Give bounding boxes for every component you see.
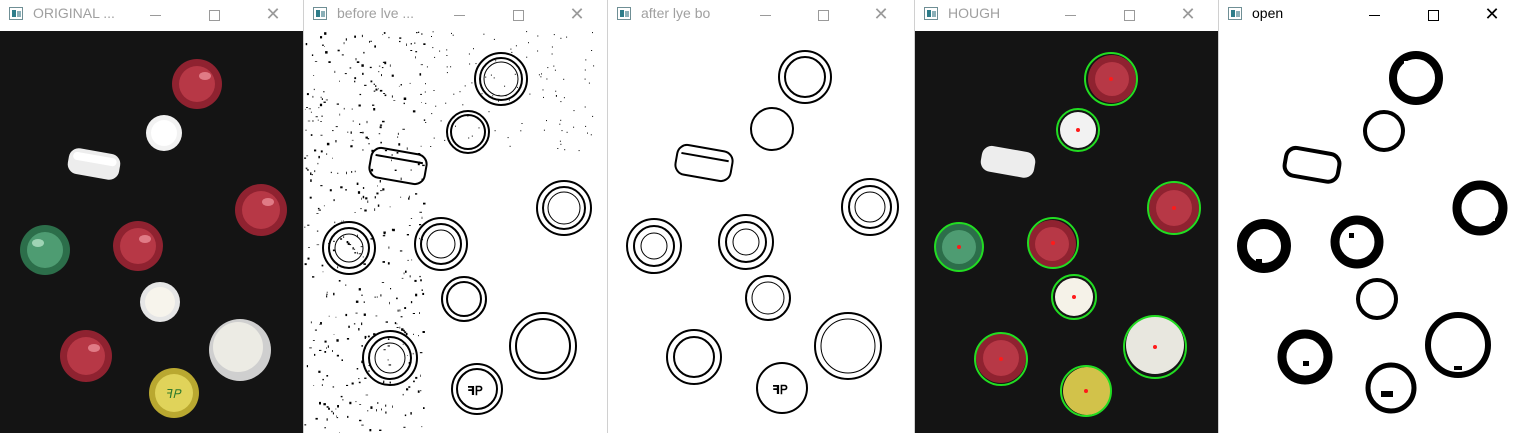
window-title: after lye bo bbox=[641, 5, 711, 21]
red-cap bbox=[113, 221, 163, 271]
close-icon[interactable]: ✕ bbox=[1171, 3, 1205, 27]
window-hough: HOUGH ✕ bbox=[915, 0, 1218, 433]
window-title: open bbox=[1252, 5, 1284, 21]
app-icon bbox=[313, 7, 327, 20]
close-icon[interactable]: ✕ bbox=[1475, 3, 1509, 27]
svg-text:ꟻᏢ: ꟻᏢ bbox=[166, 387, 182, 401]
app-icon bbox=[924, 7, 938, 20]
red-cap bbox=[235, 184, 287, 236]
window-original: ORIGINAL ... ✕ ꟻᏢ bbox=[0, 0, 303, 433]
app-icon bbox=[1228, 7, 1242, 20]
maximize-icon[interactable] bbox=[501, 3, 535, 27]
minimize-icon[interactable] bbox=[138, 3, 172, 27]
title-bar[interactable]: before lve ... ✕ bbox=[304, 0, 607, 31]
maximize-icon[interactable] bbox=[1112, 3, 1146, 27]
title-bar[interactable]: open ✕ bbox=[1219, 0, 1522, 31]
minimize-icon[interactable] bbox=[748, 3, 782, 27]
title-bar[interactable]: after lye bo ✕ bbox=[608, 0, 914, 31]
close-icon[interactable]: ✕ bbox=[864, 3, 898, 27]
maximize-icon[interactable] bbox=[197, 3, 231, 27]
window-open: open ✕ bbox=[1219, 0, 1522, 433]
white-cap bbox=[209, 319, 271, 381]
original-image: ꟻᏢ bbox=[0, 31, 303, 433]
open-image bbox=[1219, 31, 1522, 433]
maximize-icon[interactable] bbox=[806, 3, 840, 27]
window-before: before lve ... ✕ ꟻᏢ bbox=[304, 0, 607, 433]
green-cap bbox=[20, 225, 70, 275]
window-title: before lve ... bbox=[337, 5, 415, 21]
red-cap bbox=[172, 59, 222, 109]
svg-text:ꟻᏢ: ꟻᏢ bbox=[467, 384, 483, 398]
maximize-icon[interactable] bbox=[1416, 3, 1450, 27]
red-cap bbox=[60, 330, 112, 382]
title-bar[interactable]: ORIGINAL ... ✕ bbox=[0, 0, 303, 31]
yellow-cap: ꟻᏢ bbox=[149, 368, 199, 418]
window-title: HOUGH bbox=[948, 5, 1001, 21]
hough-image bbox=[915, 31, 1218, 433]
title-bar[interactable]: HOUGH ✕ bbox=[915, 0, 1218, 31]
svg-text:ꟻᏢ: ꟻᏢ bbox=[772, 383, 788, 397]
white-cap bbox=[140, 282, 180, 322]
app-icon bbox=[617, 7, 631, 20]
after-image: ꟻᏢ bbox=[608, 31, 914, 433]
close-icon[interactable]: ✕ bbox=[256, 3, 290, 27]
minimize-icon[interactable] bbox=[1053, 3, 1087, 27]
window-title: ORIGINAL ... bbox=[33, 5, 115, 21]
app-icon bbox=[9, 7, 23, 20]
minimize-icon[interactable] bbox=[442, 3, 476, 27]
before-image: ꟻᏢ bbox=[304, 31, 607, 433]
window-after: after lye bo ✕ ꟻᏢ bbox=[608, 0, 914, 433]
minimize-icon[interactable] bbox=[1357, 3, 1391, 27]
close-icon[interactable]: ✕ bbox=[560, 3, 594, 27]
white-cap bbox=[146, 115, 182, 151]
